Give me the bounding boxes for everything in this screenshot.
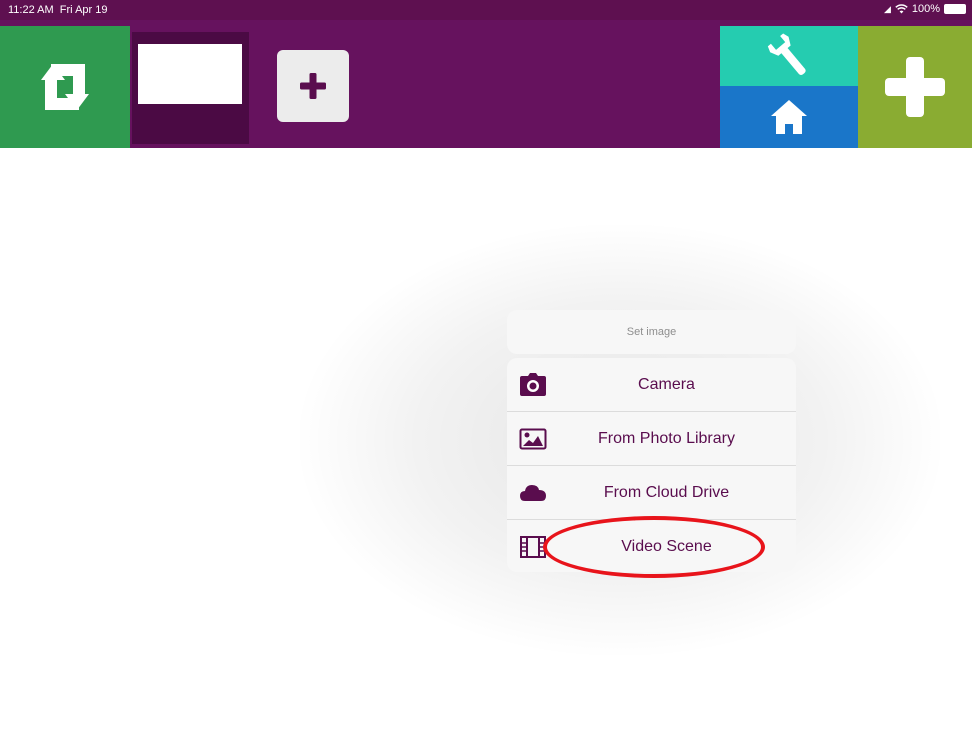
menu-item-cloud-drive[interactable]: From Cloud Drive: [507, 466, 796, 520]
status-indicators: ◢ 100%: [884, 3, 966, 15]
status-time: 11:22 AM: [8, 4, 54, 16]
top-toolbar: [0, 20, 972, 148]
menu-label-camera: Camera: [638, 375, 695, 393]
wrench-icon: [767, 33, 806, 75]
popover-title: Set image: [507, 310, 796, 354]
tools-button[interactable]: [720, 26, 858, 86]
add-scene-button[interactable]: [277, 50, 349, 122]
menu-label-cloud-drive: From Cloud Drive: [603, 483, 730, 501]
battery-icon: [944, 4, 966, 14]
camera-icon: [520, 373, 546, 396]
popover-menu: Camera From Photo Library From Cloud Dri…: [507, 358, 796, 572]
menu-item-video-scene[interactable]: Video Scene: [507, 520, 796, 572]
battery-percent: 100%: [911, 3, 940, 15]
swap-arrows-icon: [41, 64, 89, 110]
film-icon: [520, 536, 546, 558]
scene-thumbnail[interactable]: [138, 44, 242, 104]
scene-slot[interactable]: [132, 32, 249, 144]
switch-button[interactable]: [0, 26, 130, 148]
status-date: Fri Apr 19: [59, 4, 108, 16]
menu-item-camera[interactable]: Camera: [507, 358, 796, 412]
menu-item-photo-library[interactable]: From Photo Library: [507, 412, 796, 466]
set-image-popover: Set image Camera From Photo Library From…: [507, 310, 796, 572]
status-bar: 11:22 AM Fri Apr 19 ◢ 100%: [0, 0, 972, 20]
signal-icon: ◢: [883, 3, 891, 14]
photo-icon: [519, 428, 547, 450]
home-icon: [771, 100, 807, 134]
plus-icon: [300, 73, 326, 99]
menu-label-photo-library: From Photo Library: [598, 429, 735, 447]
plus-icon: [885, 57, 945, 117]
menu-label-video-scene: Video Scene: [621, 537, 712, 555]
add-button[interactable]: [858, 26, 972, 148]
home-button[interactable]: [720, 86, 858, 148]
status-time-date: 11:22 AM Fri Apr 19: [8, 4, 107, 16]
wifi-icon: [895, 4, 908, 14]
cloud-icon: [520, 485, 546, 501]
